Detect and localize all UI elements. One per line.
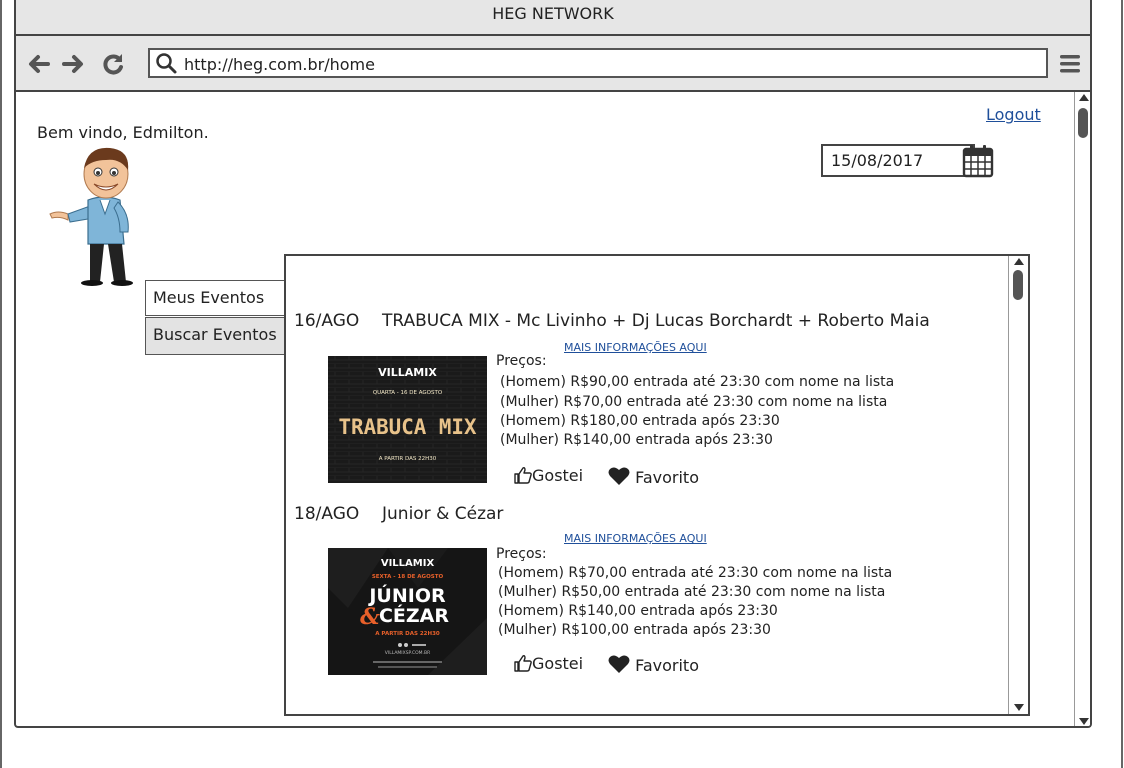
poster-headline: TRABUCA MIX bbox=[339, 415, 477, 439]
scroll-up-icon[interactable] bbox=[1079, 94, 1089, 101]
search-icon bbox=[156, 53, 177, 74]
poster-headline-amp: & bbox=[360, 604, 380, 630]
like-label: Gostei bbox=[532, 466, 584, 485]
poster-subtitle: QUARTA - 16 DE AGOSTO bbox=[373, 390, 443, 396]
price-line: (Mulher) R$50,00 entrada até 23:30 com n… bbox=[498, 584, 886, 600]
poster-footer: A PARTIR DAS 22H30 bbox=[379, 456, 437, 462]
address-bar-url: http://heg.com.br/home bbox=[184, 55, 375, 74]
poster-website: VILLAMIXSP.COM.BR bbox=[385, 650, 430, 656]
events-panel: 16/AGO TRABUCA MIX - Mc Livinho + Dj Luc… bbox=[284, 254, 1030, 716]
logout-link[interactable]: Logout bbox=[986, 105, 1041, 124]
event-poster-image[interactable]: VILLAMIX SEXTA - 18 DE AGOSTO JÚNIOR & C… bbox=[328, 548, 487, 675]
thumbs-up-icon bbox=[514, 467, 532, 484]
favorite-label: Favorito bbox=[635, 468, 699, 487]
event-title: TRABUCA MIX - Mc Livinho + Dj Lucas Borc… bbox=[382, 311, 930, 331]
scrollbar-thumb[interactable] bbox=[1078, 108, 1088, 138]
browser-toolbar: http://heg.com.br/home bbox=[16, 36, 1090, 92]
tab-meus-eventos[interactable]: Meus Eventos bbox=[145, 280, 285, 316]
welcome-message: Bem vindo, Edmilton. bbox=[37, 123, 209, 142]
arrow-left-icon[interactable] bbox=[26, 51, 52, 77]
arrow-right-icon[interactable] bbox=[60, 51, 86, 77]
heart-icon bbox=[608, 655, 630, 673]
price-line: (Mulher) R$100,00 entrada após 23:30 bbox=[498, 622, 771, 638]
favorite-label: Favorito bbox=[635, 656, 699, 675]
like-button[interactable]: Gostei bbox=[514, 466, 583, 485]
price-line: (Mulher) R$140,00 entrada após 23:30 bbox=[500, 432, 773, 448]
heart-icon bbox=[608, 467, 630, 485]
hamburger-menu-icon[interactable] bbox=[1059, 53, 1081, 75]
more-info-link[interactable]: MAIS INFORMAÇÕES AQUI bbox=[564, 532, 707, 545]
scrollbar-thumb[interactable] bbox=[1013, 270, 1023, 300]
poster-brand: VILLAMIX bbox=[381, 558, 435, 569]
poster-subtitle: SEXTA - 18 DE AGOSTO bbox=[372, 574, 444, 580]
calendar-icon[interactable] bbox=[962, 144, 994, 178]
price-line: (Homem) R$180,00 entrada após 23:30 bbox=[500, 413, 780, 429]
like-button[interactable]: Gostei bbox=[514, 654, 583, 673]
outer-frame-right bbox=[1121, 0, 1123, 768]
user-avatar bbox=[30, 144, 166, 286]
page-scrollbar[interactable] bbox=[1074, 92, 1090, 726]
date-input[interactable]: 15/08/2017 bbox=[821, 144, 975, 177]
events-scrollbar[interactable] bbox=[1008, 256, 1028, 714]
prices-label: Preços: bbox=[496, 546, 547, 562]
poster-headline-2: CÉZAR bbox=[379, 604, 449, 627]
reload-icon[interactable] bbox=[100, 51, 126, 77]
more-info-link[interactable]: MAIS INFORMAÇÕES AQUI bbox=[564, 341, 707, 354]
price-line: (Homem) R$70,00 entrada até 23:30 com no… bbox=[498, 565, 893, 581]
window-title: HEG NETWORK bbox=[16, 0, 1090, 36]
poster-footer: A PARTIR DAS 22H30 bbox=[375, 631, 440, 637]
address-bar[interactable]: http://heg.com.br/home bbox=[148, 48, 1048, 78]
poster-brand: VILLAMIX bbox=[378, 366, 437, 379]
favorite-button[interactable]: Favorito bbox=[608, 466, 699, 487]
price-line: (Mulher) R$70,00 entrada até 23:30 com n… bbox=[500, 394, 888, 410]
scroll-down-icon[interactable] bbox=[1079, 718, 1089, 725]
price-line: (Homem) R$90,00 entrada até 23:30 com no… bbox=[500, 374, 895, 390]
event-date: 18/AGO bbox=[294, 504, 360, 524]
event-date: 16/AGO bbox=[294, 311, 360, 331]
prices-label: Preços: bbox=[496, 353, 547, 369]
price-line: (Homem) R$140,00 entrada após 23:30 bbox=[498, 603, 778, 619]
outer-frame-left bbox=[0, 0, 2, 768]
thumbs-up-icon bbox=[514, 655, 532, 672]
tab-buscar-eventos[interactable]: Buscar Eventos bbox=[145, 317, 285, 355]
like-label: Gostei bbox=[532, 654, 584, 673]
event-title: Junior & Cézar bbox=[382, 504, 504, 524]
scroll-up-icon[interactable] bbox=[1014, 258, 1024, 265]
browser-window: HEG NETWORK http://heg.com.br/home Logou… bbox=[14, 0, 1092, 728]
scroll-down-icon[interactable] bbox=[1014, 704, 1024, 711]
event-poster-image[interactable]: VILLAMIX QUARTA - 16 DE AGOSTO TRABUCA M… bbox=[328, 356, 487, 483]
favorite-button[interactable]: Favorito bbox=[608, 654, 699, 675]
